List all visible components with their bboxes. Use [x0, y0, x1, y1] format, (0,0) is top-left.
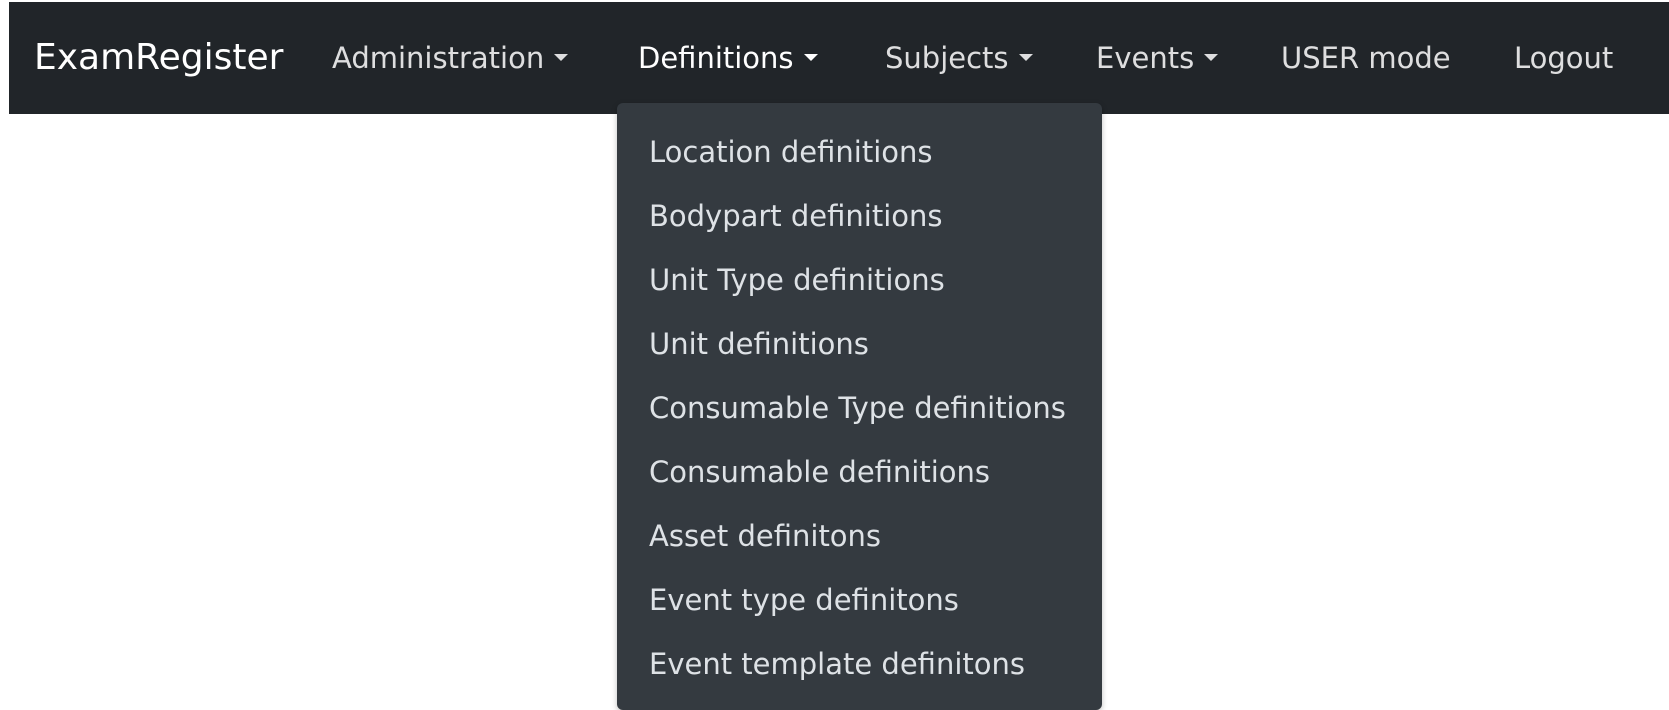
dropdown-item-bodypart-definitions[interactable]: Bodypart definitions — [649, 184, 943, 248]
caret-down-icon — [1204, 53, 1219, 61]
dropdown-item-unit-definitions[interactable]: Unit definitions — [649, 312, 869, 376]
caret-down-icon — [1018, 53, 1033, 61]
dropdown-item-unit-type-definitions[interactable]: Unit Type definitions — [649, 248, 945, 312]
dropdown-item-consumable-type-definitions[interactable]: Consumable Type definitions — [649, 376, 1066, 440]
definitions-dropdown-menu: Location definitions Bodypart definition… — [617, 103, 1102, 710]
navbar-brand[interactable]: ExamRegister — [34, 2, 283, 114]
dropdown-item-event-type-definitions[interactable]: Event type definitons — [649, 568, 959, 632]
nav-user-mode-label: USER mode — [1281, 41, 1451, 75]
dropdown-item-location-definitions[interactable]: Location definitions — [649, 120, 933, 184]
top-navbar: ExamRegister Administration Definitions … — [9, 2, 1669, 114]
caret-down-icon — [803, 53, 818, 61]
nav-subjects[interactable]: Subjects — [885, 2, 1033, 114]
dropdown-item-consumable-definitions[interactable]: Consumable definitions — [649, 440, 990, 504]
nav-logout[interactable]: Logout — [1514, 2, 1613, 114]
caret-down-icon — [554, 53, 569, 61]
nav-definitions-label: Definitions — [638, 41, 794, 75]
nav-administration-label: Administration — [332, 41, 545, 75]
nav-subjects-label: Subjects — [885, 41, 1009, 75]
nav-logout-label: Logout — [1514, 41, 1614, 75]
nav-definitions[interactable]: Definitions — [638, 2, 818, 114]
dropdown-item-asset-definitions[interactable]: Asset definitons — [649, 504, 881, 568]
dropdown-item-event-template-definitions[interactable]: Event template definitons — [649, 632, 1025, 696]
nav-events-label: Events — [1096, 41, 1195, 75]
nav-events[interactable]: Events — [1096, 2, 1219, 114]
nav-user-mode[interactable]: USER mode — [1281, 2, 1451, 114]
nav-administration[interactable]: Administration — [332, 2, 569, 114]
